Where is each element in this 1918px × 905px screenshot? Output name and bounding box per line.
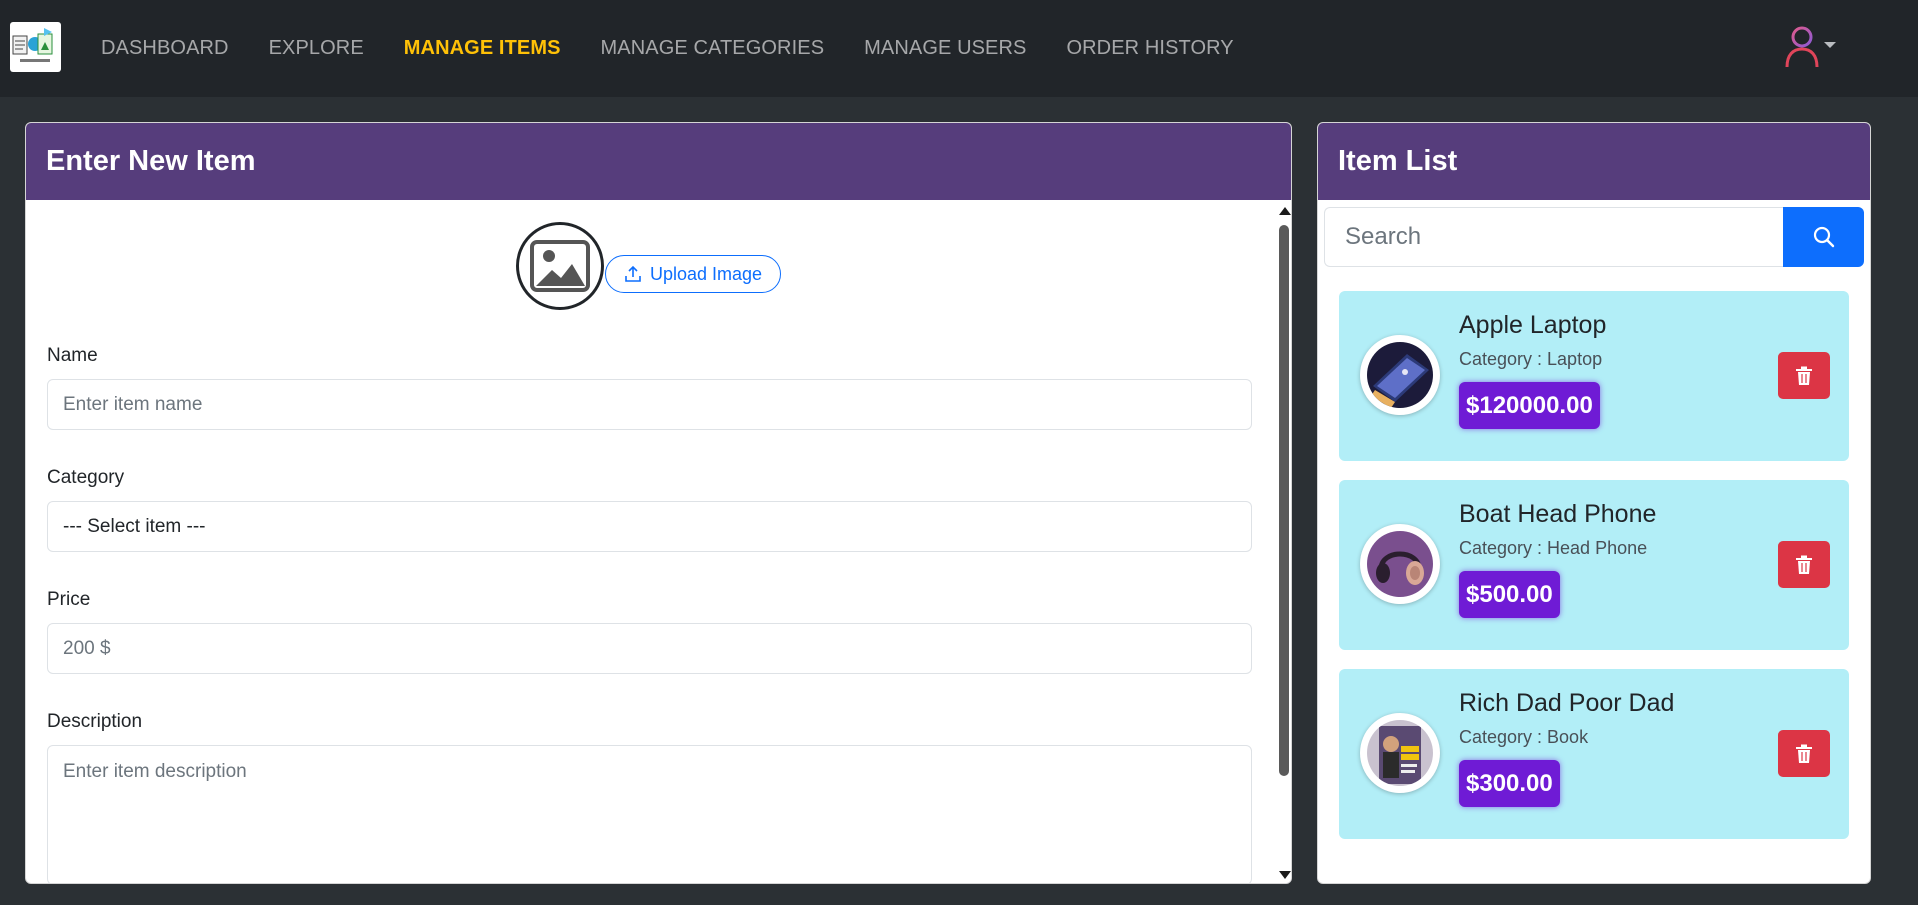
item-thumbnail — [1360, 713, 1440, 793]
new-item-card: Enter New Item Upload Image Name Enter i… — [25, 122, 1292, 884]
item-thumbnail — [1360, 335, 1440, 415]
description-textarea[interactable]: Enter item description — [47, 745, 1252, 883]
delete-item-button[interactable] — [1778, 541, 1830, 588]
item-category: Category : Head Phone — [1459, 538, 1648, 558]
scroll-up-arrow-icon[interactable] — [1279, 207, 1291, 215]
description-label: Description — [47, 711, 143, 732]
image-placeholder-icon — [530, 240, 590, 292]
nav-link-order-history[interactable]: ORDER HISTORY — [1066, 37, 1233, 60]
book-thumb-icon — [1367, 720, 1433, 786]
scroll-thumb[interactable] — [1279, 225, 1289, 776]
user-menu-dropdown[interactable] — [1783, 25, 1843, 73]
category-select[interactable]: --- Select item --- — [47, 501, 1252, 552]
list-item: Boat Head Phone Category : Head Phone $5… — [1339, 480, 1849, 650]
item-price-badge: $500.00 — [1459, 571, 1560, 618]
trash-icon — [1796, 744, 1812, 763]
item-category: Category : Book — [1459, 727, 1589, 747]
category-label: Category — [47, 467, 125, 488]
item-category: Category : Laptop — [1459, 349, 1603, 369]
item-name: Boat Head Phone — [1459, 500, 1657, 528]
nav-link-dashboard[interactable]: DASHBOARD — [101, 37, 229, 60]
laptop-thumb-icon — [1367, 342, 1433, 408]
price-input[interactable]: 200 $ — [47, 623, 1252, 674]
delete-item-button[interactable] — [1778, 730, 1830, 777]
headphone-thumb-icon — [1367, 531, 1433, 597]
search-button[interactable] — [1783, 207, 1864, 267]
chevron-down-icon — [1824, 42, 1836, 48]
nav-link-manage-categories[interactable]: MANAGE CATEGORIES — [601, 37, 825, 60]
delete-item-button[interactable] — [1778, 352, 1830, 399]
item-image-preview — [516, 222, 604, 310]
search-bar: Search — [1324, 207, 1864, 267]
item-name: Apple Laptop — [1459, 311, 1607, 339]
item-list-card: Item List Search Apple Laptop Category:… — [1317, 122, 1871, 884]
search-input[interactable]: Search — [1324, 207, 1783, 267]
new-item-form: Upload Image Name Enter item name Catego… — [26, 201, 1276, 883]
app-logo[interactable] — [10, 22, 61, 72]
user-avatar-icon — [1785, 26, 1819, 68]
upload-icon — [625, 265, 641, 282]
item-name: Rich Dad Poor Dad — [1459, 689, 1675, 717]
nav-link-explore[interactable]: EXPLORE — [269, 37, 364, 60]
item-name-input[interactable]: Enter item name — [47, 379, 1252, 430]
search-icon — [1813, 226, 1834, 248]
list-item: Apple Laptop Category : Laptop $120000.0… — [1339, 291, 1849, 461]
new-item-title: Enter New Item — [26, 123, 1291, 200]
top-navbar: DASHBOARD EXPLORE MANAGE ITEMS MANAGE CA… — [0, 0, 1918, 97]
item-list-title: Item List — [1318, 123, 1870, 200]
name-label: Name — [47, 345, 98, 366]
list-item: Rich Dad Poor Dad Category : Book $300.0… — [1339, 669, 1849, 839]
logo-icon — [12, 28, 53, 62]
price-label: Price — [47, 589, 91, 610]
trash-icon — [1796, 366, 1812, 385]
nav-link-manage-users[interactable]: MANAGE USERS — [864, 37, 1026, 60]
item-price-badge: $300.00 — [1459, 760, 1560, 807]
item-thumbnail — [1360, 524, 1440, 604]
form-scrollbar[interactable] — [1276, 201, 1291, 883]
nav-link-manage-items[interactable]: MANAGE ITEMS — [404, 37, 561, 60]
trash-icon — [1796, 555, 1812, 574]
item-price-badge: $120000.00 — [1459, 382, 1600, 429]
scroll-down-arrow-icon[interactable] — [1279, 871, 1291, 879]
upload-image-label: Upload Image — [650, 263, 763, 284]
upload-image-button[interactable]: Upload Image — [605, 255, 782, 293]
